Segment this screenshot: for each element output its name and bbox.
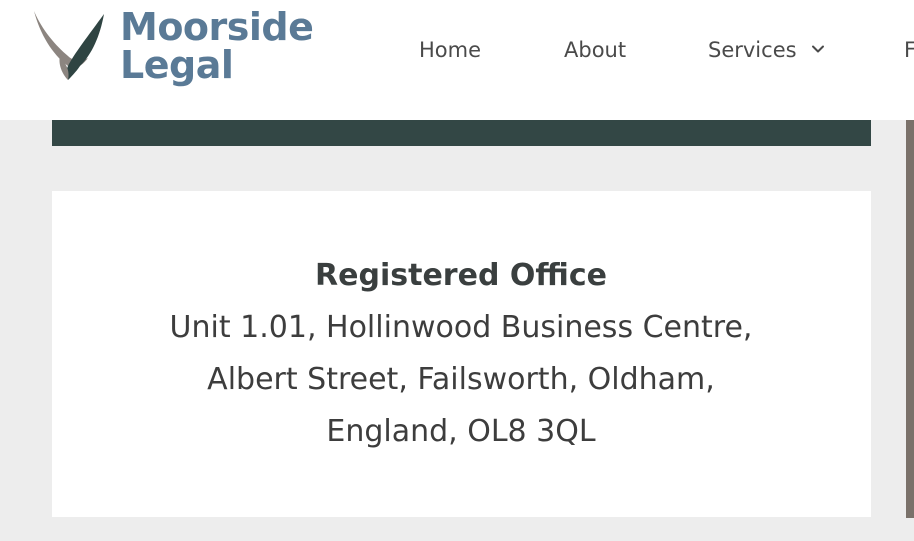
nav-item-services-label: Services xyxy=(708,38,797,62)
nav-item-services[interactable]: Services xyxy=(708,36,825,64)
registered-office-card xyxy=(52,191,871,517)
nav-item-home[interactable]: Home xyxy=(419,36,481,64)
address-line-3: England, OL8 3QL xyxy=(326,414,596,449)
dark-banner-bar xyxy=(52,120,871,146)
address-line-1: Unit 1.01, Hollinwood Business Centre, xyxy=(169,310,753,345)
site-header: Moorside Legal Home About Services F xyxy=(0,0,914,120)
nav-item-about[interactable]: About xyxy=(564,36,626,64)
chevron-down-icon xyxy=(812,45,825,53)
main-nav: Home About Services F xyxy=(0,36,914,66)
address-line-2: Albert Street, Failsworth, Oldham, xyxy=(207,362,715,397)
nav-item-partial[interactable]: F xyxy=(904,36,914,64)
registered-office-title: Registered Office xyxy=(315,258,607,293)
